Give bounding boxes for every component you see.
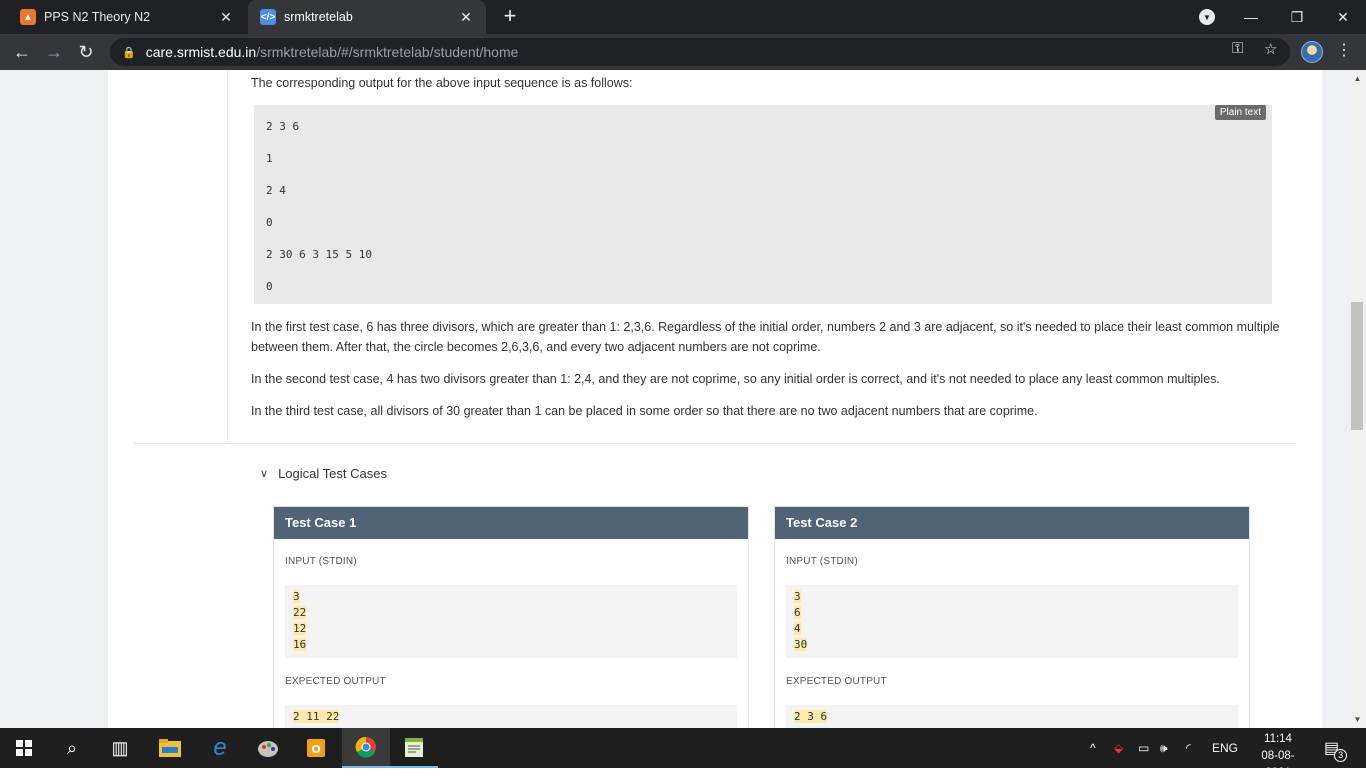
forward-button[interactable]: → (42, 40, 66, 64)
tab-pps[interactable]: ▲ PPS N2 Theory N2 ✕ (8, 0, 246, 34)
plain-text-badge[interactable]: Plain text (1214, 105, 1266, 120)
code-icon: </> (260, 9, 276, 25)
input-value: 30 (794, 638, 808, 651)
input-block: 3 22 12 16 (285, 585, 737, 658)
windows-start-icon[interactable] (0, 728, 48, 768)
browser-toolbar: ← → ↻ 🔒 care.srmist.edu.in /srmktretelab… (0, 34, 1366, 70)
output-line: 0 (266, 216, 273, 229)
section-divider (133, 443, 1296, 444)
page-scrollbar[interactable]: ▲ ▼ (1349, 70, 1366, 728)
close-tab-icon[interactable]: ✕ (218, 9, 234, 26)
close-tab-icon[interactable]: ✕ (458, 9, 474, 26)
chrome-icon[interactable] (342, 728, 390, 768)
input-value: 12 (293, 622, 307, 635)
outlook-icon[interactable]: O (292, 728, 340, 768)
explanation-3: In the third test case, all divisors of … (251, 404, 1038, 418)
input-value: 3 (293, 590, 300, 603)
notification-count: 3 (1334, 749, 1348, 762)
scrollbar-thumb[interactable] (1351, 302, 1363, 430)
notepadpp-icon[interactable] (390, 728, 438, 768)
language-indicator[interactable]: ENG (1212, 728, 1238, 768)
input-block: 3 6 4 30 (786, 585, 1238, 658)
wifi-icon[interactable]: ◜ (1186, 728, 1191, 768)
input-label: INPUT (STDIN) (285, 556, 357, 567)
input-value: 16 (293, 638, 307, 651)
paint-icon[interactable] (244, 728, 292, 768)
output-line: 2 3 6 (266, 120, 300, 133)
scroll-down-icon[interactable]: ▼ (1349, 711, 1366, 728)
dropbox-icon[interactable]: ⬙ (1114, 728, 1123, 768)
test-case-title: Test Case 2 (775, 507, 1249, 539)
input-value: 22 (293, 606, 307, 619)
explanation-1a: In the first test case, 6 has three divi… (251, 320, 1280, 334)
clock-time: 11:14 (1264, 733, 1292, 745)
internet-explorer-icon[interactable]: e (196, 728, 244, 768)
minimize-button[interactable]: — (1228, 0, 1274, 34)
battery-icon[interactable]: ▭ (1138, 728, 1149, 768)
expected-output-value: 2 11 22 (293, 710, 340, 723)
problem-card: The corresponding output for the above i… (108, 70, 1322, 728)
tab-strip: ▲ PPS N2 Theory N2 ✕ </> srmktretelab ✕ … (0, 0, 1366, 34)
input-label: INPUT (STDIN) (786, 556, 858, 567)
windows-taskbar: ⌕ ▥ e O ^ ⬙ ▭ 🕪 ◜ ENG 11:14 08-08-2021 ▤… (0, 728, 1366, 779)
restore-button[interactable]: ❐ (1274, 0, 1320, 34)
tab-srmktretelab[interactable]: </> srmktretelab ✕ (248, 0, 486, 34)
output-label: EXPECTED OUTPUT (786, 676, 887, 687)
input-value: 3 (794, 590, 801, 603)
svg-text:O: O (311, 743, 320, 756)
scroll-up-icon[interactable]: ▲ (1349, 70, 1366, 87)
url-path: /srmktretelab/#/srmktretelab/student/hom… (256, 44, 519, 60)
test-case-title: Test Case 1 (274, 507, 748, 539)
expected-output-block: 2 11 22 (285, 705, 737, 728)
tab-title: srmktretelab (284, 10, 353, 24)
chevron-down-icon: ∨ (260, 468, 269, 480)
reload-button[interactable]: ↻ (74, 40, 98, 64)
output-line: 1 (266, 152, 273, 165)
notifications-icon[interactable]: ▤ 3 (1324, 728, 1348, 768)
expected-output-block: 2 3 6 (786, 705, 1238, 728)
output-label: EXPECTED OUTPUT (285, 676, 386, 687)
input-value: 6 (794, 606, 801, 619)
volume-icon[interactable]: 🕪 (1160, 728, 1168, 768)
explanation-1b: between them. After that, the circle bec… (251, 340, 821, 354)
bookmark-star-icon[interactable]: ☆ (1264, 40, 1277, 58)
output-line: 2 30 6 3 15 5 10 (266, 248, 372, 261)
menu-kebab-icon[interactable]: ⋮ (1336, 40, 1352, 60)
back-button[interactable]: ← (10, 40, 34, 64)
show-hidden-icons[interactable]: ^ (1090, 728, 1096, 768)
clock-date: 08-08-2021 (1261, 750, 1295, 779)
moodle-icon: ▲ (20, 9, 36, 25)
output-line: 0 (266, 280, 273, 293)
input-value: 4 (794, 622, 801, 635)
close-window-button[interactable]: ✕ (1320, 0, 1366, 34)
new-tab-button[interactable]: + (498, 5, 522, 29)
search-icon[interactable]: ⌕ (48, 728, 96, 768)
task-view-icon[interactable]: ▥ (96, 728, 144, 768)
test-case-card-2: Test Case 2 INPUT (STDIN) 3 6 4 30 EXPEC… (774, 506, 1250, 728)
expected-output-value: 2 3 6 (794, 710, 828, 723)
page-viewport: The corresponding output for the above i… (0, 70, 1349, 728)
test-case-card-1: Test Case 1 INPUT (STDIN) 3 22 12 16 EXP… (273, 506, 749, 728)
file-explorer-icon[interactable] (146, 728, 194, 768)
key-icon[interactable]: ⚿ (1232, 40, 1243, 57)
logical-test-cases-toggle[interactable]: ∨ Logical Test Cases (260, 466, 387, 481)
section-title: Logical Test Cases (278, 466, 387, 481)
lock-icon[interactable]: 🔒 (122, 46, 136, 59)
sample-output-block: Plain text 2 3 6 1 2 4 0 2 30 6 3 15 5 1… (254, 105, 1272, 304)
output-line: 2 4 (266, 184, 286, 197)
output-intro: The corresponding output for the above i… (251, 76, 633, 90)
url-host: care.srmist.edu.in (145, 44, 257, 60)
tab-search-icon[interactable]: ▼ (1199, 9, 1215, 25)
tab-title: PPS N2 Theory N2 (44, 10, 151, 24)
left-gutter (133, 70, 228, 442)
address-bar[interactable]: 🔒 care.srmist.edu.in /srmktretelab/#/srm… (110, 38, 1290, 66)
clock[interactable]: 11:14 08-08-2021 (1250, 731, 1306, 782)
profile-avatar[interactable] (1301, 41, 1323, 63)
explanation-2: In the second test case, 4 has two divis… (251, 372, 1220, 386)
